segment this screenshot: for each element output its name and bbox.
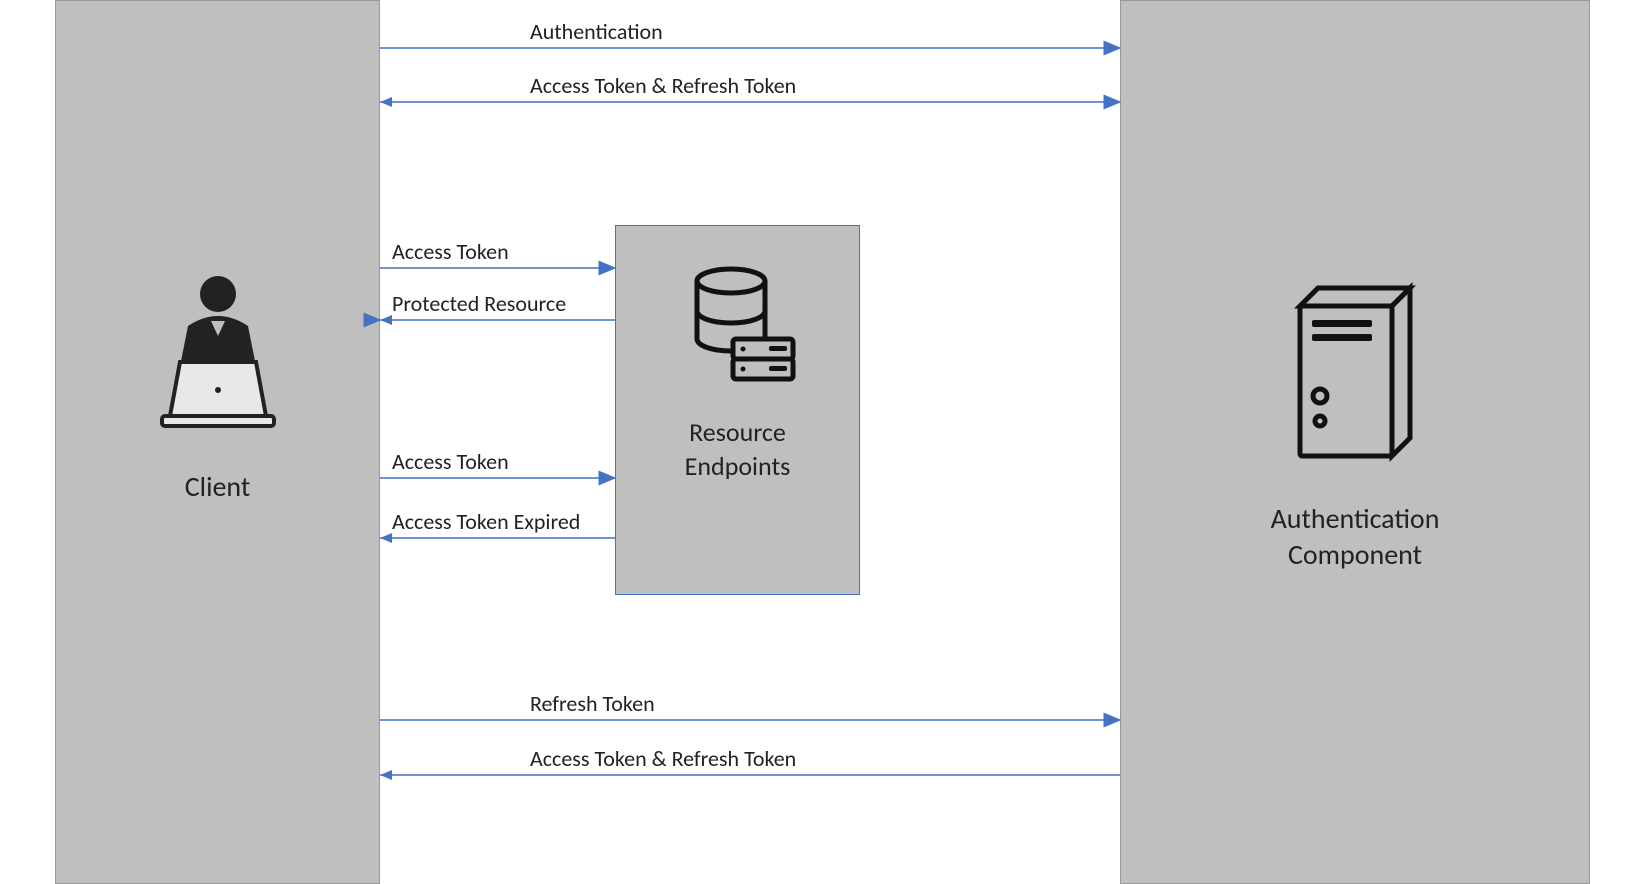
resource-endpoints-panel: Resource Endpoints bbox=[615, 225, 860, 595]
flow-label-refresh-token: Refresh Token bbox=[530, 690, 655, 717]
flow-label-access-token-1: Access Token bbox=[392, 238, 509, 265]
flow-label-access-token-2: Access Token bbox=[392, 448, 509, 475]
flow-label-access-refresh-1: Access Token & Refresh Token bbox=[530, 72, 796, 99]
flow-label-access-token-expired: Access Token Expired bbox=[392, 508, 580, 535]
database-server-icon bbox=[673, 261, 803, 396]
resource-endpoints-label: Resource Endpoints bbox=[685, 416, 791, 484]
flow-label-protected-resource: Protected Resource bbox=[392, 290, 566, 317]
client-user-icon bbox=[148, 266, 288, 441]
flow-label-access-refresh-2: Access Token & Refresh Token bbox=[530, 745, 796, 772]
flow-label-authentication: Authentication bbox=[530, 18, 663, 45]
client-panel: Client bbox=[55, 0, 380, 884]
client-label: Client bbox=[185, 469, 251, 505]
auth-component-panel: Authentication Component bbox=[1120, 0, 1590, 884]
server-tower-icon bbox=[1280, 276, 1430, 471]
auth-component-label: Authentication Component bbox=[1271, 501, 1440, 574]
